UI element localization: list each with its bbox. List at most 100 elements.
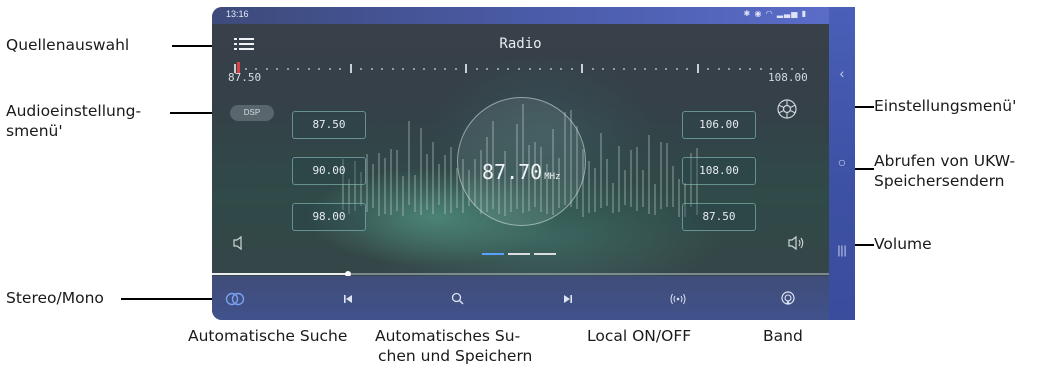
frequency-scale[interactable] bbox=[234, 62, 804, 76]
preset-button-3[interactable]: 98.00 bbox=[292, 203, 366, 231]
home-nav-icon[interactable]: ○ bbox=[829, 154, 855, 170]
annotation-stereo-mono: Stereo/Mono bbox=[6, 289, 104, 307]
preset-button-5[interactable]: 108.00 bbox=[682, 157, 756, 185]
spectrum-bar bbox=[384, 158, 386, 215]
band-icon[interactable] bbox=[776, 288, 800, 310]
spectrum-bar bbox=[408, 121, 410, 206]
annotation-settings-menu: Einstellungsmenü' bbox=[874, 97, 1017, 115]
status-bar: 13:16 ✱ ◉ ◠ ▂▃▅ ▮ bbox=[212, 7, 829, 24]
scale-tick bbox=[581, 64, 583, 73]
annotation-recall-line1: Abrufen von UKW- bbox=[874, 152, 1016, 170]
spectrum-bar bbox=[432, 141, 434, 214]
dsp-label: DSP bbox=[243, 108, 261, 117]
spectrum-bar bbox=[672, 166, 674, 208]
spectrum-bar bbox=[606, 158, 608, 206]
scale-tick bbox=[529, 68, 531, 70]
scale-tick bbox=[802, 68, 804, 70]
stereo-mono-icon[interactable] bbox=[223, 288, 247, 310]
scale-tick bbox=[392, 68, 394, 70]
scale-tick bbox=[518, 68, 520, 70]
scale-tick bbox=[371, 68, 373, 70]
bottom-toolbar bbox=[212, 276, 829, 320]
scale-tick bbox=[707, 68, 709, 70]
back-nav-icon[interactable]: ‹ bbox=[829, 65, 855, 81]
scale-min-label: 87.50 bbox=[228, 71, 262, 84]
scale-tick bbox=[402, 68, 404, 70]
scale-max-label: 108.00 bbox=[768, 71, 808, 84]
scale-tick bbox=[770, 68, 772, 70]
scale-tick bbox=[255, 68, 257, 70]
spectrum-bar bbox=[636, 147, 638, 212]
preset-button-6[interactable]: 87.50 bbox=[682, 203, 756, 231]
annotation-auto-store-line2: chen und Speichern bbox=[378, 347, 533, 365]
spectrum-bar bbox=[630, 149, 632, 207]
scale-tick bbox=[623, 68, 625, 70]
scale-tick bbox=[697, 64, 699, 73]
preset-button-4[interactable]: 106.00 bbox=[682, 111, 756, 139]
scale-tick bbox=[476, 68, 478, 70]
scale-tick bbox=[634, 68, 636, 70]
page-dot bbox=[534, 253, 556, 255]
scale-tick bbox=[434, 68, 436, 70]
spectrum-bar bbox=[450, 147, 452, 214]
spectrum-bar bbox=[420, 127, 422, 215]
spectrum-bar bbox=[654, 184, 656, 216]
recent-apps-nav-icon[interactable]: ||| bbox=[829, 243, 855, 257]
annotation-volume: Volume bbox=[874, 235, 932, 253]
scale-tick bbox=[718, 68, 720, 70]
scale-tick bbox=[655, 68, 657, 70]
spectrum-bar bbox=[372, 163, 374, 208]
scale-tick bbox=[550, 68, 552, 70]
scale-tick bbox=[350, 64, 352, 73]
progress-fill bbox=[212, 273, 348, 275]
spectrum-bar bbox=[648, 134, 650, 214]
system-nav-bar: ‹ ○ ||| bbox=[829, 7, 855, 320]
seek-back-icon[interactable] bbox=[336, 288, 360, 310]
scale-tick bbox=[602, 68, 604, 70]
scale-tick bbox=[360, 68, 362, 70]
annotation-auto-store-line1: Automatisches Su- bbox=[375, 327, 521, 345]
status-icons: ✱ ◉ ◠ ▂▃▅ ▮ bbox=[744, 9, 807, 18]
signal-icon: ▂▃▅ bbox=[776, 9, 799, 18]
wifi-icon: ◠ bbox=[765, 9, 774, 18]
scale-tick bbox=[297, 68, 299, 70]
search-icon[interactable] bbox=[446, 288, 470, 310]
spectrum-bar bbox=[612, 182, 614, 213]
scale-tick bbox=[455, 68, 457, 70]
page-dot bbox=[508, 253, 530, 255]
spectrum-bar bbox=[396, 150, 398, 212]
scale-tick bbox=[381, 68, 383, 70]
battery-icon: ▮ bbox=[801, 9, 807, 18]
settings-gear-icon[interactable] bbox=[775, 97, 799, 121]
scale-tick bbox=[497, 68, 499, 70]
local-icon[interactable] bbox=[666, 288, 690, 310]
annotation-auto-search: Automatische Suche bbox=[188, 327, 348, 345]
scale-tick bbox=[739, 68, 741, 70]
dsp-button[interactable]: DSP bbox=[230, 105, 274, 121]
preset-button-2[interactable]: 90.00 bbox=[292, 157, 366, 185]
spectrum-bar bbox=[426, 154, 428, 211]
spectrum-bar bbox=[588, 160, 590, 213]
scale-tick bbox=[329, 68, 331, 70]
scale-tick bbox=[644, 68, 646, 70]
spectrum-bar bbox=[444, 155, 446, 215]
scale-tick bbox=[728, 68, 730, 70]
spectrum-bar bbox=[600, 133, 602, 209]
volume-down-icon[interactable] bbox=[232, 235, 246, 251]
scale-tick bbox=[507, 68, 509, 70]
spectrum-bar bbox=[438, 164, 440, 206]
scale-tick bbox=[266, 68, 268, 70]
spectrum-bar bbox=[642, 170, 644, 208]
annotation-source-selection: Quellenauswahl bbox=[6, 36, 130, 54]
preset-button-1[interactable]: 87.50 bbox=[292, 111, 366, 139]
annotation-audio-settings-line1: Audioeinstellung- bbox=[6, 102, 142, 120]
scale-tick bbox=[423, 68, 425, 70]
seek-forward-icon[interactable] bbox=[556, 288, 580, 310]
annotation-audio-settings-line2: smenü' bbox=[6, 122, 63, 140]
scale-tick bbox=[308, 68, 310, 70]
scale-tick bbox=[592, 68, 594, 70]
scale-tick bbox=[276, 68, 278, 70]
spectrum-bar bbox=[660, 141, 662, 209]
location-icon: ◉ bbox=[754, 9, 763, 18]
volume-up-icon[interactable] bbox=[787, 235, 807, 251]
